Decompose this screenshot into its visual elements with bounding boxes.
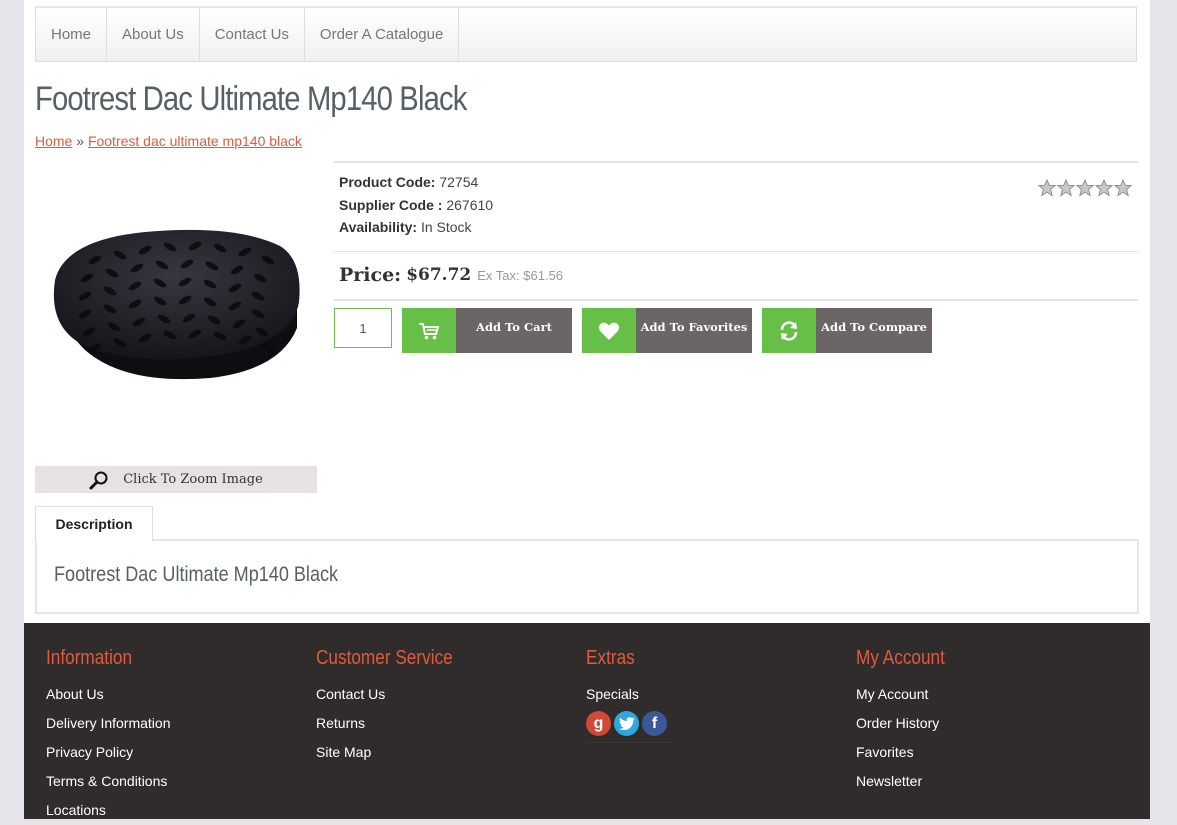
rating-stars[interactable] [1038,179,1132,197]
nav-home[interactable]: Home [36,8,108,61]
breadcrumb-home-link[interactable]: Home [35,133,72,149]
star-icon[interactable] [1114,179,1132,197]
footer-link-returns[interactable]: Returns [316,709,475,738]
footer-link-delivery-information[interactable]: Delivery Information [46,709,171,738]
add-to-compare-button[interactable]: Add To Compare [762,308,932,353]
add-to-favorites-button[interactable]: Add To Favorites [582,308,752,353]
breadcrumb-current-link[interactable]: Footrest dac ultimate mp140 black [88,133,302,149]
star-icon[interactable] [1038,179,1056,197]
product-actions: Add To Cart Add To Favorites [334,308,942,353]
star-icon[interactable] [1095,179,1113,197]
social-links: g f [586,711,672,743]
quantity-input[interactable] [334,308,392,348]
footer: Information About Us Delivery Informatio… [24,623,1150,819]
magnifier-icon [89,471,108,489]
ex-tax-label: Ex Tax: [477,267,520,283]
tab-description[interactable]: Description [35,506,153,541]
price-label: Price: [339,264,402,286]
footer-link-about-us[interactable]: About Us [46,680,171,709]
footer-extras: Extras Specials g f [586,647,672,743]
facebook-icon[interactable]: f [642,711,667,736]
footrest-image [53,229,300,380]
cart-icon [402,308,456,353]
footer-link-contact-us[interactable]: Contact Us [316,680,475,709]
description-panel: Footrest Dac Ultimate Mp140 Black [35,539,1139,614]
nav-about-us[interactable]: About Us [107,8,200,61]
zoom-image-button[interactable]: Click To Zoom Image [35,466,317,493]
refresh-icon [762,308,816,353]
footer-link-terms-conditions[interactable]: Terms & Conditions [46,767,171,796]
add-to-compare-label: Add To Compare [816,308,932,353]
breadcrumb: Home » Footrest dac ultimate mp140 black [35,133,302,149]
footer-customer-service: Customer Service Contact Us Returns Site… [316,647,475,767]
nav-order-catalogue[interactable]: Order A Catalogue [305,8,460,61]
footer-link-favorites[interactable]: Favorites [856,738,959,767]
google-plus-icon[interactable]: g [586,711,611,736]
product-code-label: Product Code: [339,174,436,190]
product-code-row: Product Code: 72754 [339,171,1133,194]
availability-value: In Stock [420,219,472,235]
footer-customer-service-title: Customer Service [316,647,453,669]
price-value: $67.72 [406,265,472,285]
top-navigation: Home About Us Contact Us Order A Catalog… [35,6,1137,62]
twitter-icon[interactable] [614,711,639,736]
footer-link-my-account[interactable]: My Account [856,680,959,709]
product-image[interactable] [35,210,317,410]
footer-link-specials[interactable]: Specials [586,680,672,709]
ex-tax-value: $61.56 [523,267,564,283]
page: Home About Us Contact Us Order A Catalog… [24,0,1150,819]
footer-link-privacy-policy[interactable]: Privacy Policy [46,738,171,767]
footer-my-account-title: My Account [856,647,945,669]
availability-label: Availability: [339,219,418,235]
heart-icon [582,308,636,353]
footer-link-site-map[interactable]: Site Map [316,738,475,767]
product-code-value: 72754 [439,174,479,190]
price-row: Price: $67.72 Ex Tax: $61.56 [334,250,1138,301]
footer-link-locations[interactable]: Locations [46,796,171,825]
add-to-cart-label: Add To Cart [456,308,572,353]
supplier-code-row: Supplier Code : 267610 [339,194,1133,217]
supplier-code-value: 267610 [446,196,494,213]
page-title: Footrest Dac Ultimate Mp140 Black [35,80,467,118]
footer-information-title: Information [46,647,133,669]
footer-link-newsletter[interactable]: Newsletter [856,767,959,796]
footer-extras-title: Extras [586,647,635,669]
footer-link-order-history[interactable]: Order History [856,709,959,738]
add-to-cart-button[interactable]: Add To Cart [402,308,572,353]
product-specs: Product Code: 72754 Supplier Code : 2676… [334,163,1138,251]
footer-my-account: My Account My Account Order History Favo… [856,647,959,796]
breadcrumb-separator: » [76,133,85,149]
star-icon[interactable] [1076,179,1094,197]
supplier-code-label: Supplier Code : [339,196,443,213]
product-info: Product Code: 72754 Supplier Code : 2676… [334,161,1138,353]
add-to-favorites-label: Add To Favorites [636,308,752,353]
ex-tax-price: Ex Tax: $61.56 [477,268,563,283]
star-icon[interactable] [1057,179,1075,197]
description-text: Footrest Dac Ultimate Mp140 Black [54,563,339,586]
footer-information: Information About Us Delivery Informatio… [46,647,171,825]
zoom-label: Click To Zoom Image [123,472,263,487]
nav-contact-us[interactable]: Contact Us [200,8,305,61]
availability-row: Availability: In Stock [339,216,1133,239]
